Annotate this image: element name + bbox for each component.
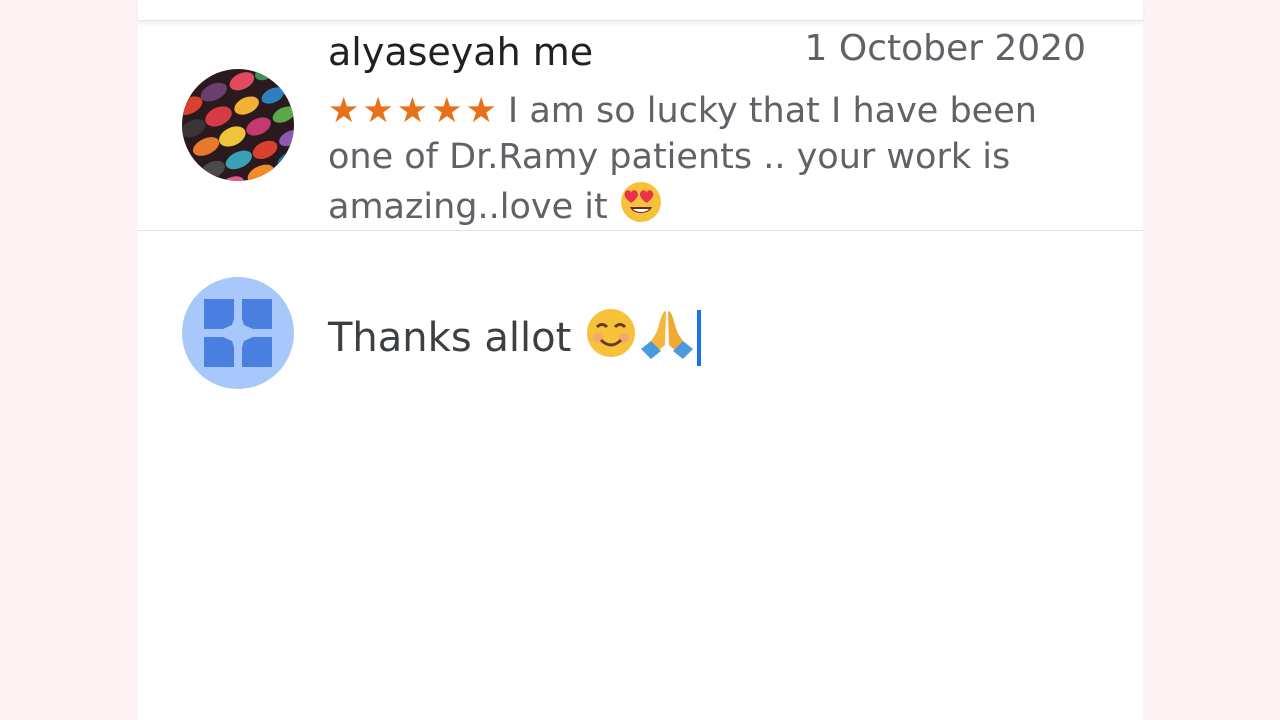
reviews-panel: alyaseyah me 1 October 2020 ★★★★★ I am so… xyxy=(138,0,1143,720)
business-icon xyxy=(204,299,272,367)
review-item: alyaseyah me 1 October 2020 ★★★★★ I am so… xyxy=(138,24,1143,231)
owner-reply: Thanks allot xyxy=(138,232,1143,432)
reviewer-avatar-image xyxy=(182,69,294,181)
heart-eyes-emoji xyxy=(619,180,663,236)
reviewer-avatar[interactable] xyxy=(182,69,294,181)
reply-text: Thanks allot xyxy=(328,315,572,361)
business-avatar xyxy=(182,277,294,389)
reply-input[interactable]: Thanks allot xyxy=(328,307,702,369)
review-body: ★★★★★ I am so lucky that I have been one … xyxy=(328,88,1108,236)
folded-hands-emoji xyxy=(639,307,695,369)
reviewer-name[interactable]: alyaseyah me xyxy=(328,30,593,74)
smiling-face-emoji xyxy=(585,307,637,369)
review-date: 1 October 2020 xyxy=(804,28,1086,69)
previous-review-edge xyxy=(138,0,1143,21)
text-cursor xyxy=(697,310,702,366)
star-rating: ★★★★★ xyxy=(328,91,500,131)
